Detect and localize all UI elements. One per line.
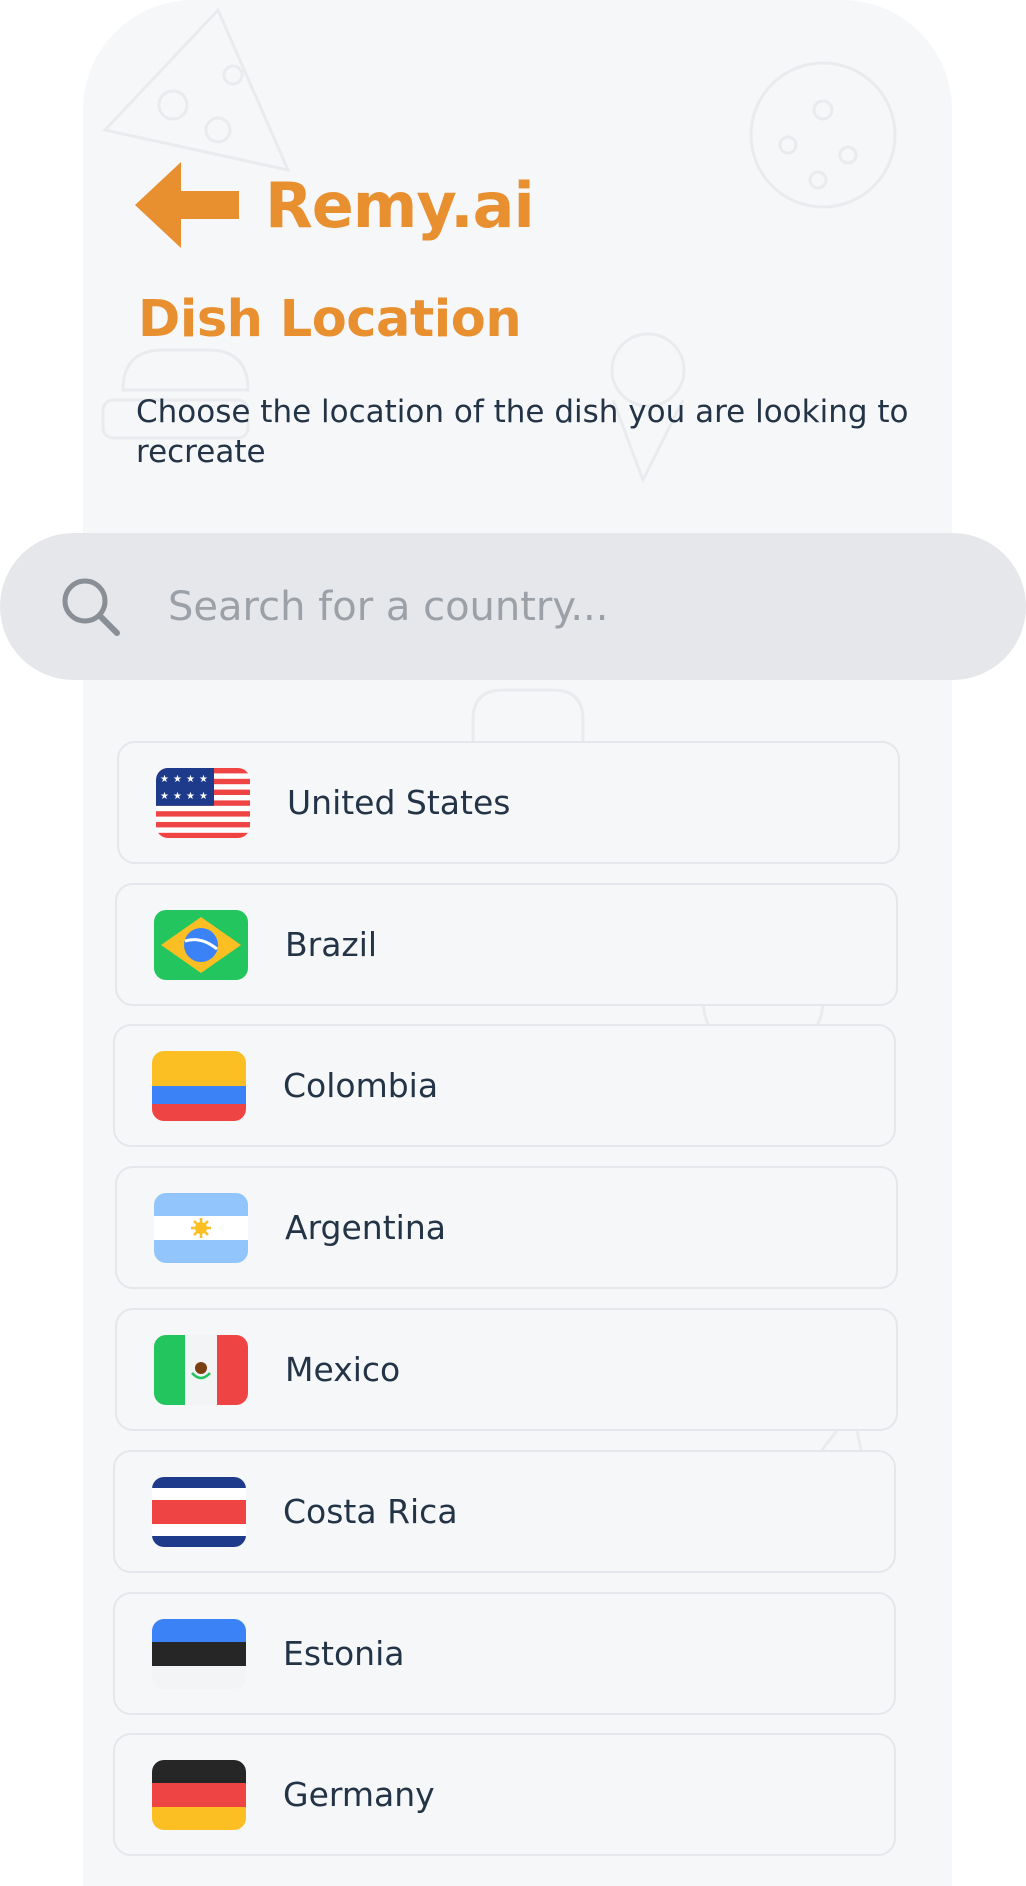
- list-item-colombia[interactable]: Colombia: [113, 1024, 896, 1147]
- search-input[interactable]: [166, 582, 930, 631]
- search-icon: [62, 578, 120, 636]
- brand-logo: Remy.ai: [265, 168, 535, 242]
- arrow-left-icon[interactable]: [135, 162, 239, 248]
- svg-text:★: ★: [186, 774, 195, 785]
- country-name: Costa Rica: [283, 1492, 458, 1531]
- svg-text:★: ★: [199, 774, 208, 785]
- search-bar[interactable]: [0, 533, 1026, 680]
- colombia-flag-icon: [152, 1050, 246, 1121]
- list-item-argentina[interactable]: Argentina: [115, 1166, 898, 1289]
- estonia-flag-icon: [152, 1618, 246, 1689]
- mexico-flag-icon: [154, 1334, 248, 1405]
- costa-rica-flag-icon: [152, 1476, 246, 1547]
- country-name: Argentina: [285, 1208, 446, 1247]
- page-subtitle: Choose the location of the dish you are …: [136, 394, 909, 470]
- page-title: Dish Location: [138, 290, 522, 349]
- argentina-flag-icon: [154, 1192, 248, 1263]
- germany-flag-icon: [152, 1759, 246, 1830]
- brazil-flag-icon: [154, 909, 248, 980]
- list-item-brazil[interactable]: Brazil: [115, 883, 898, 1006]
- list-item-germany[interactable]: Germany: [113, 1733, 896, 1856]
- svg-text:★: ★: [186, 791, 195, 802]
- svg-text:★: ★: [160, 791, 169, 802]
- svg-text:★: ★: [173, 791, 182, 802]
- country-name: Germany: [283, 1775, 435, 1814]
- header: Remy.ai: [135, 162, 535, 248]
- country-name: Mexico: [285, 1350, 401, 1389]
- list-item-costa-rica[interactable]: Costa Rica: [113, 1450, 896, 1573]
- country-name: Colombia: [283, 1066, 439, 1105]
- country-name: Estonia: [283, 1634, 405, 1673]
- svg-text:★: ★: [199, 791, 208, 802]
- country-name: United States: [287, 783, 511, 822]
- list-item-estonia[interactable]: Estonia: [113, 1592, 896, 1715]
- list-item-united-states[interactable]: ★ ★ ★ ★ ★ ★ ★ ★ United States: [117, 741, 900, 864]
- svg-text:★: ★: [173, 774, 182, 785]
- svg-text:★: ★: [160, 774, 169, 785]
- country-name: Brazil: [285, 925, 378, 964]
- us-flag-icon: ★ ★ ★ ★ ★ ★ ★ ★: [156, 767, 250, 838]
- list-item-mexico[interactable]: Mexico: [115, 1308, 898, 1431]
